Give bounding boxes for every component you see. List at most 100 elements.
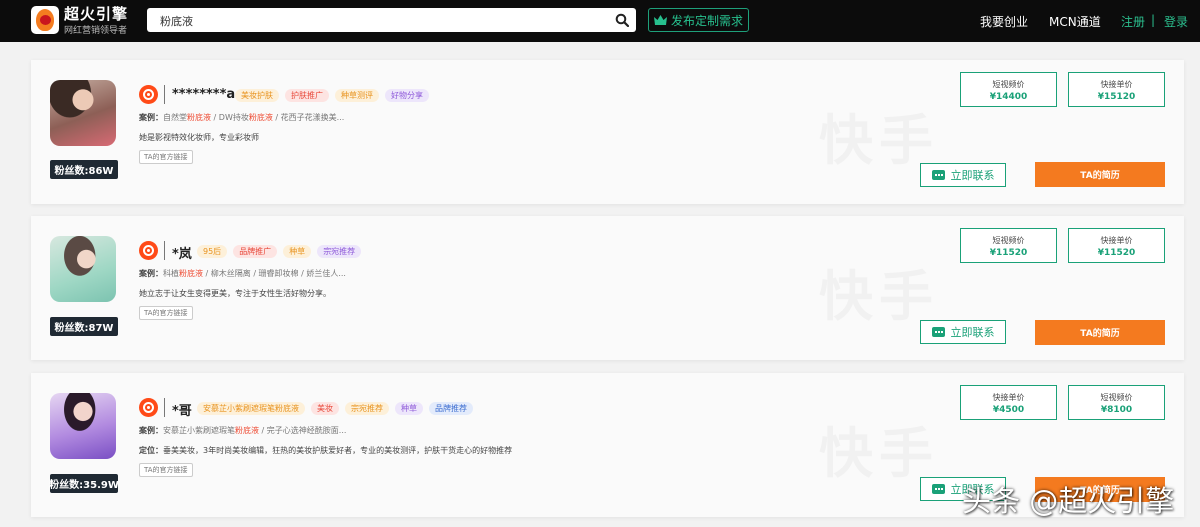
influencer-card: 快手 粉丝数:86W ********a 美妆护肤 护肤推广 种草测评 好物分享… [31,60,1184,204]
case-text: / 花西子花漾换美... [272,113,345,122]
price-label: 快接单价 [992,393,1025,402]
price-box: 快接单价 ¥4500 [960,385,1057,420]
price-value: ¥8100 [1100,405,1133,415]
avatar[interactable] [50,393,116,459]
contact-button[interactable]: 立即联系 [920,163,1006,187]
resume-button[interactable]: TA的简历 [1035,162,1165,187]
tag-list: 美妆护肤 护肤推广 种草测评 好物分享 [235,89,429,102]
case-label: 案例： [139,269,163,278]
divider [164,85,165,104]
contact-label: 立即联系 [950,326,995,339]
tag-list: 95后 品牌推广 种草 宗宛推荐 [197,245,362,258]
tag: 安慕芷小紫刷遮瑕笔粉底液 [197,402,305,415]
case-highlight: 粉底液 [179,269,203,278]
tag: 宗宛推荐 [317,245,362,258]
influencer-name[interactable]: *岚 [172,243,192,262]
kuaishou-icon [139,398,158,417]
tag: 品牌推荐 [429,402,473,415]
brand-logo-icon[interactable] [31,6,59,34]
register-link[interactable]: 注册 [1121,13,1145,30]
case-highlight: 粉底液 [248,113,273,122]
influencer-card: 快手 粉丝数:87W *岚 95后 品牌推广 种草 宗宛推荐 案例：科植粉底液 … [31,216,1184,360]
avatar[interactable] [50,236,116,302]
tag: 95后 [197,245,228,258]
price-value: ¥14400 [989,92,1028,102]
brand-slogan: 网红营销领导者 [64,26,128,36]
price-value: ¥15120 [1097,92,1136,102]
case-text: / 柳木丝隔离 / 珊睿卸妆棉 / 娇兰佳人... [203,269,346,278]
case-list: 案例：科植粉底液 / 柳木丝隔离 / 珊睿卸妆棉 / 娇兰佳人... [139,268,346,279]
nav-separator: | [1151,13,1156,27]
top-nav-bar: 超火引擎 网红营销领导者 粉底液 发布定制需求 我要创业 MCN通道 注册 | … [0,0,1200,42]
search-icon[interactable] [615,13,629,27]
description: 她立志于让女生变得更美，专注于女性生活好物分享。 [139,289,331,298]
source-credit-watermark: 头条 @超火引擎 [962,484,1175,518]
price-box: 短视频价 ¥11520 [960,228,1057,263]
case-text: 自然堂 [163,113,187,122]
case-text: / 完子心选神经酰胺面... [259,426,347,435]
fans-count: 粉丝数:87W [50,317,118,336]
login-link[interactable]: 登录 [1164,13,1188,30]
price-box: 短视频价 ¥8100 [1068,385,1165,420]
chat-icon [931,327,945,337]
tag-list: 安慕芷小紫刷遮瑕笔粉底液 美妆 宗宛推荐 种草 品牌推荐 [197,402,473,415]
fans-count: 粉丝数:86W [50,160,118,179]
post-demand-label: 发布定制需求 [670,13,743,28]
kuaishou-icon [139,241,158,260]
position-label: 定位： [139,446,163,455]
kuaishou-icon [139,85,158,104]
price-label: 短视频价 [992,236,1025,245]
nav-mcn-channel[interactable]: MCN通道 [1049,13,1101,30]
post-demand-button[interactable]: 发布定制需求 [648,8,749,32]
price-label: 快接单价 [1100,236,1133,245]
tag: 宗宛推荐 [345,402,389,415]
resume-button[interactable]: TA的简历 [1035,320,1165,345]
divider [164,398,165,417]
crown-icon [653,14,667,25]
price-label: 短视频价 [1100,393,1133,402]
price-box: 快接单价 ¥15120 [1068,72,1165,107]
tag: 种草 [395,402,423,415]
contact-button[interactable]: 立即联系 [920,320,1006,344]
brand-name[interactable]: 超火引擎 [64,3,128,24]
position-text: 垂美美妆，3年时尚美妆编辑，狂热的美妆护肤爱好者，专业的美妆测评，护肤干货走心的… [163,446,513,455]
search-input[interactable]: 粉底液 [147,8,636,32]
case-list: 案例：安慕芷小紫刷遮瑕笔粉底液 / 完子心选神经酰胺面... [139,425,346,436]
official-link[interactable]: TA的官方链接 [139,150,193,164]
tag: 品牌推广 [233,245,278,258]
tag: 好物分享 [385,89,429,102]
influencer-name[interactable]: *哥 [172,400,192,419]
case-text: / DW持妆 [211,113,249,122]
tag: 美妆 [311,402,339,415]
case-highlight: 粉底液 [187,113,211,122]
tag: 种草 [283,245,312,258]
influencer-name[interactable]: ********a [172,87,235,102]
divider [164,241,165,260]
case-text: 科植 [163,269,179,278]
tag: 种草测评 [335,89,379,102]
case-highlight: 粉底液 [235,426,259,435]
case-label: 案例： [139,113,163,122]
search-value[interactable]: 粉底液 [160,13,193,29]
price-value: ¥4500 [992,405,1025,415]
case-list: 案例：自然堂粉底液 / DW持妆粉底液 / 花西子花漾换美... [139,112,344,123]
avatar[interactable] [50,80,116,146]
tag: 护肤推广 [285,89,329,102]
price-value: ¥11520 [989,248,1028,258]
chat-icon [931,170,945,180]
price-label: 短视频价 [992,80,1025,89]
price-box: 短视频价 ¥14400 [960,72,1057,107]
official-link[interactable]: TA的官方链接 [139,306,193,320]
price-value: ¥11520 [1097,248,1136,258]
fans-count: 粉丝数:35.9W [49,474,119,493]
contact-label: 立即联系 [950,169,995,182]
description: 定位：垂美美妆，3年时尚美妆编辑，狂热的美妆护肤爱好者，专业的美妆测评，护肤干货… [139,445,512,456]
price-label: 快接单价 [1100,80,1133,89]
tag: 美妆护肤 [235,89,279,102]
case-text: 安慕芷小紫刷遮瑕笔 [163,426,235,435]
nav-start-business[interactable]: 我要创业 [980,13,1028,30]
case-label: 案例： [139,426,163,435]
description: 她是影视特效化妆师，专业彩妆师 [139,133,259,142]
price-box: 快接单价 ¥11520 [1068,228,1165,263]
official-link[interactable]: TA的官方链接 [139,463,193,477]
